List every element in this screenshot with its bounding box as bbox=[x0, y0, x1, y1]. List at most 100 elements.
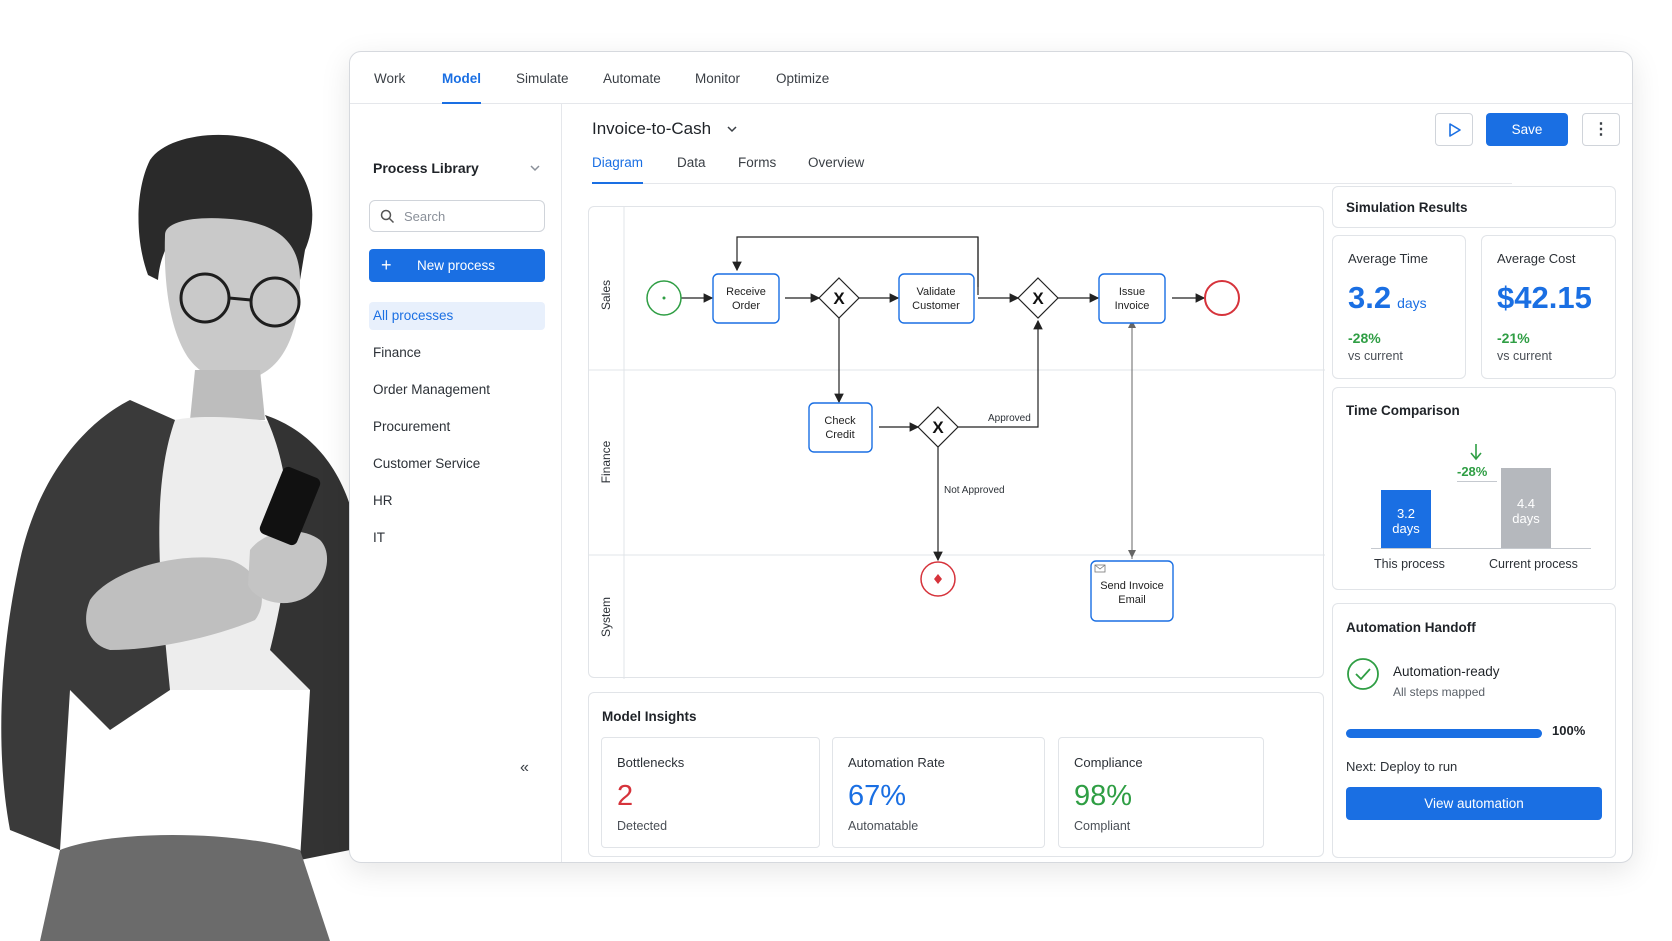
bar-this-process[interactable]: 3.2 days bbox=[1381, 490, 1431, 548]
average-time-sub: vs current bbox=[1348, 349, 1403, 363]
svg-text:Invoice: Invoice bbox=[1115, 300, 1150, 312]
app-window: Work Model Simulate Automate Monitor Opt… bbox=[349, 51, 1633, 863]
time-comparison-delta: -28% bbox=[1457, 464, 1488, 479]
time-comparison-panel: Time Comparison -28% 3.2 days 4.4 days T… bbox=[1332, 387, 1616, 590]
stage: Work Model Simulate Automate Monitor Opt… bbox=[0, 0, 1672, 941]
bar-current-process-value: 4.4 bbox=[1516, 496, 1536, 511]
nav-tab-optimize[interactable]: Optimize bbox=[776, 52, 829, 104]
nav-tab-automate[interactable]: Automate bbox=[603, 52, 661, 104]
process-category-list: All processes Finance Order Management P… bbox=[369, 302, 545, 561]
sidebar: Process Library Search + New process All… bbox=[350, 104, 562, 862]
sidebar-item-all-processes[interactable]: All processes bbox=[369, 302, 545, 330]
nav-tab-model[interactable]: Model bbox=[442, 52, 481, 104]
automation-rate-sub: Automatable bbox=[848, 819, 919, 833]
sidebar-item-finance[interactable]: Finance bbox=[369, 339, 545, 367]
new-process-button[interactable]: + New process bbox=[369, 249, 545, 282]
automation-rate-card[interactable]: Automation Rate 67% Automatable bbox=[832, 737, 1045, 848]
run-simulation-button[interactable] bbox=[1435, 113, 1473, 146]
process-diagram: Sales Finance System Approved Not Approv… bbox=[588, 206, 1325, 679]
task-issue-invoice[interactable]: Issue Invoice bbox=[1098, 273, 1166, 324]
svg-text:Customer: Customer bbox=[912, 300, 960, 312]
automation-progress-bar bbox=[1346, 729, 1542, 738]
delta-underline bbox=[1457, 481, 1497, 482]
tab-overview[interactable]: Overview bbox=[808, 148, 864, 184]
average-time-card: Average Time 3.2 days -28% vs current bbox=[1332, 235, 1466, 379]
bottlenecks-sub: Detected bbox=[617, 819, 668, 833]
task-check-credit[interactable]: Check Credit bbox=[808, 402, 873, 453]
process-library-title: Process Library bbox=[373, 160, 479, 176]
task-validate-customer[interactable]: Validate Customer bbox=[898, 273, 975, 324]
svg-text:Receive: Receive bbox=[726, 286, 766, 298]
average-time-delta: -28% bbox=[1348, 330, 1381, 346]
end-event[interactable] bbox=[1204, 280, 1240, 316]
bar-current-process-unit: days bbox=[1512, 511, 1540, 526]
top-navigation: Work Model Simulate Automate Monitor Opt… bbox=[350, 52, 1632, 104]
compliance-value: 98% bbox=[1074, 780, 1133, 812]
bottlenecks-title: Bottlenecks bbox=[617, 755, 685, 770]
svg-text:Issue: Issue bbox=[1119, 286, 1145, 298]
svg-text:Email: Email bbox=[1118, 594, 1146, 606]
svg-text:X: X bbox=[932, 418, 944, 437]
average-time-unit: days bbox=[1397, 295, 1427, 311]
bar-this-process-value: 3.2 bbox=[1396, 506, 1416, 521]
process-title[interactable]: Invoice-to-Cash bbox=[592, 119, 711, 139]
sidebar-item-hr[interactable]: HR bbox=[369, 487, 545, 515]
sidebar-item-it[interactable]: IT bbox=[369, 524, 545, 552]
simulation-results-title: Simulation Results bbox=[1346, 200, 1468, 215]
view-automation-button[interactable]: View automation bbox=[1346, 787, 1602, 820]
check-circle-icon bbox=[1347, 658, 1379, 690]
play-icon bbox=[1449, 123, 1461, 137]
sidebar-item-order-management[interactable]: Order Management bbox=[369, 376, 545, 404]
bottlenecks-card[interactable]: Bottlenecks 2 Detected bbox=[601, 737, 820, 848]
lane-finance: Finance bbox=[599, 440, 613, 483]
automation-handoff-panel: Automation Handoff Automation-ready All … bbox=[1332, 603, 1616, 858]
tab-forms[interactable]: Forms bbox=[738, 148, 776, 184]
approved-label: Approved bbox=[988, 413, 1031, 424]
average-cost-sub: vs current bbox=[1497, 349, 1552, 363]
sidebar-item-customer-service[interactable]: Customer Service bbox=[369, 450, 545, 478]
process-chevron-down-icon[interactable] bbox=[725, 122, 739, 136]
average-time-value-group: 3.2 days bbox=[1348, 280, 1427, 316]
automation-status: Automation-ready bbox=[1393, 664, 1500, 679]
model-insights-title: Model Insights bbox=[602, 709, 697, 724]
more-options-icon[interactable]: ⋮ bbox=[1582, 113, 1620, 146]
chevron-down-icon[interactable] bbox=[528, 161, 542, 175]
compliance-title: Compliance bbox=[1074, 755, 1143, 770]
save-button[interactable]: Save bbox=[1486, 113, 1568, 146]
bar-current-process[interactable]: 4.4 days bbox=[1501, 468, 1551, 548]
bar-this-process-unit: days bbox=[1392, 521, 1420, 536]
automation-handoff-title: Automation Handoff bbox=[1346, 620, 1476, 635]
average-cost-title: Average Cost bbox=[1497, 251, 1576, 266]
automation-progress-label: 100% bbox=[1552, 723, 1586, 738]
task-send-invoice-email[interactable]: Send Invoice Email bbox=[1090, 560, 1174, 622]
task-receive-order[interactable]: Receive Order bbox=[712, 273, 780, 324]
process-subtabs: Diagram Data Forms Overview bbox=[592, 148, 1512, 184]
search-input[interactable]: Search bbox=[369, 200, 545, 232]
gateway-credit-decision[interactable]: X bbox=[917, 406, 959, 448]
compliance-sub: Compliant bbox=[1074, 819, 1131, 833]
svg-text:Credit: Credit bbox=[825, 429, 854, 441]
compliance-card[interactable]: Compliance 98% Compliant bbox=[1058, 737, 1264, 848]
nav-tab-monitor[interactable]: Monitor bbox=[695, 52, 740, 104]
average-time-value: 3.2 bbox=[1348, 280, 1392, 315]
gateway-merge[interactable]: X bbox=[1017, 277, 1059, 319]
gateway-order[interactable]: X bbox=[818, 277, 860, 319]
label-this-process: This process bbox=[1374, 557, 1445, 571]
tab-diagram[interactable]: Diagram bbox=[592, 148, 644, 184]
lane-system: System bbox=[599, 597, 613, 637]
average-cost-card: Average Cost $42.15 -21% vs current bbox=[1481, 235, 1616, 379]
lane-sales: Sales bbox=[599, 280, 613, 310]
nav-tab-work[interactable]: Work bbox=[374, 52, 405, 104]
nav-tab-simulate[interactable]: Simulate bbox=[516, 52, 569, 104]
automation-rate-value: 67% bbox=[848, 780, 907, 812]
collapse-sidebar-icon[interactable]: « bbox=[520, 759, 529, 777]
search-placeholder: Search bbox=[404, 209, 446, 224]
down-arrow-icon bbox=[1470, 444, 1482, 461]
svg-text:Check: Check bbox=[824, 415, 856, 427]
svg-text:X: X bbox=[833, 289, 845, 308]
sidebar-item-procurement[interactable]: Procurement bbox=[369, 413, 545, 441]
tab-data[interactable]: Data bbox=[677, 148, 706, 184]
next-step-text: Next: Deploy to run bbox=[1346, 759, 1458, 774]
search-icon bbox=[380, 209, 395, 224]
simulation-results-header: Simulation Results bbox=[1332, 186, 1616, 228]
